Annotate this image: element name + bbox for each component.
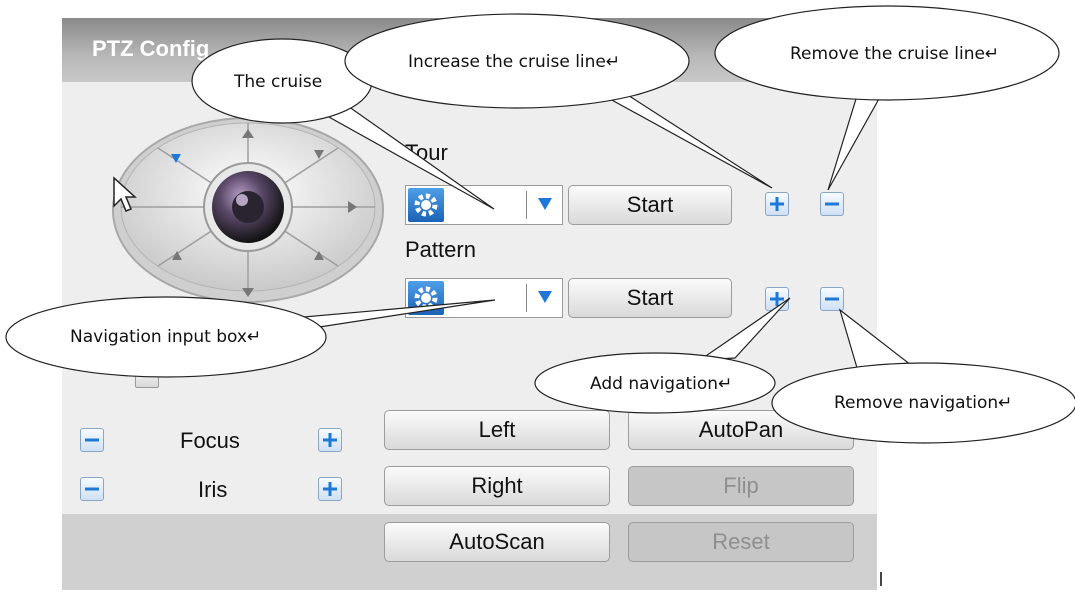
tour-start-button[interactable]: Start — [568, 185, 732, 225]
plus-icon — [770, 197, 784, 211]
ptz-config-titlebar: PTZ Config — [62, 18, 877, 82]
callout-the-cruise: The cruise — [234, 72, 323, 92]
return-mark-icon — [880, 572, 882, 586]
tour-remove-button[interactable] — [820, 192, 844, 216]
reset-button[interactable]: Reset — [628, 522, 854, 562]
plus-icon — [323, 433, 337, 447]
select-divider — [526, 191, 527, 219]
focus-decrease-button[interactable] — [80, 428, 104, 452]
window-title: PTZ Config — [92, 36, 210, 61]
pattern-select[interactable] — [405, 278, 563, 318]
autopan-button[interactable]: AutoPan — [628, 410, 854, 450]
minus-icon — [825, 202, 839, 206]
callout-remove-cruise-line: Remove the cruise line↵ — [790, 44, 1000, 64]
autoscan-button[interactable]: AutoScan — [384, 522, 610, 562]
callout-add-navigation: Add navigation↵ — [590, 374, 733, 394]
gear-icon — [408, 281, 444, 315]
chevron-down-icon[interactable] — [536, 195, 554, 218]
flip-button[interactable]: Flip — [628, 466, 854, 506]
gear-icon — [408, 188, 444, 222]
callout-remove-navigation: Remove navigation↵ — [834, 393, 1013, 413]
plus-icon — [323, 482, 337, 496]
checkbox[interactable] — [135, 368, 159, 388]
iris-decrease-button[interactable] — [80, 477, 104, 501]
pattern-label: Pattern — [405, 237, 476, 262]
tour-select[interactable] — [405, 185, 563, 225]
callout-increase-cruise-line: Increase the cruise line↵ — [408, 52, 621, 72]
iris-label: Iris — [198, 477, 228, 502]
plus-icon — [770, 292, 784, 306]
pattern-start-button[interactable]: Start — [568, 278, 732, 318]
focus-label: Focus — [180, 428, 240, 453]
pattern-remove-button[interactable] — [820, 287, 844, 311]
mouse-cursor-icon — [112, 176, 138, 219]
pattern-add-button[interactable] — [765, 287, 789, 311]
minus-icon — [85, 438, 99, 442]
callout-navigation-input-box: Navigation input box↵ — [70, 327, 262, 347]
select-divider — [526, 284, 527, 312]
left-button[interactable]: Left — [384, 410, 610, 450]
focus-increase-button[interactable] — [318, 428, 342, 452]
iris-increase-button[interactable] — [318, 477, 342, 501]
ptz-direction-pad[interactable] — [108, 110, 388, 310]
tour-label: Tour — [405, 140, 448, 165]
tour-add-button[interactable] — [765, 192, 789, 216]
right-button[interactable]: Right — [384, 466, 610, 506]
chevron-down-icon[interactable] — [536, 288, 554, 311]
minus-icon — [825, 297, 839, 301]
minus-icon — [85, 487, 99, 491]
